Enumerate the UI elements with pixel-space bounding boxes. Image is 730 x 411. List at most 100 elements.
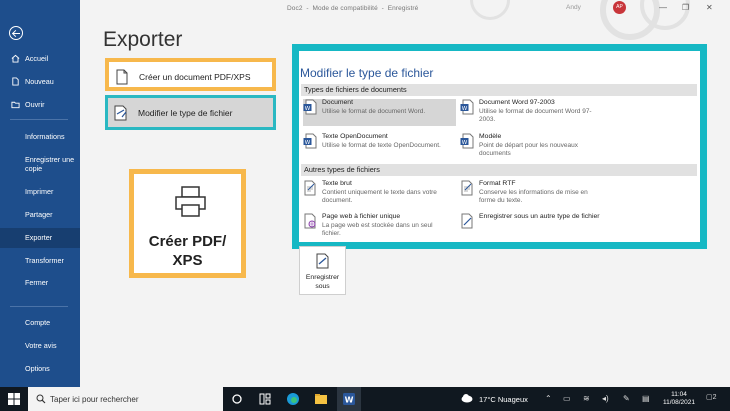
file-type-desc: Point de départ pour les nouveaux docume… bbox=[479, 141, 579, 157]
nav-item-partager[interactable]: Partager bbox=[0, 210, 80, 219]
word-doc-icon: W bbox=[303, 99, 317, 115]
close-icon[interactable]: ✕ bbox=[706, 3, 713, 12]
restore-icon[interactable]: ❐ bbox=[682, 3, 689, 12]
create-pdf-xps-button[interactable]: Créer PDF/ XPS bbox=[129, 169, 246, 278]
nav-label: Fermer bbox=[25, 278, 49, 287]
file-type-desc: Utilise le format de document Word 97-20… bbox=[479, 107, 592, 123]
single-file-web-icon bbox=[304, 213, 316, 229]
nav-label: Enregistrer une copie bbox=[25, 155, 75, 173]
nav-item-informations[interactable]: Informations bbox=[0, 132, 80, 141]
pdf-document-icon bbox=[116, 69, 128, 85]
task-view-icon[interactable] bbox=[230, 392, 244, 406]
file-type-word-97-2003[interactable]: W Document Word 97-2003 Utilise le forma… bbox=[460, 99, 595, 124]
file-type-name: Page web à fichier unique bbox=[322, 213, 401, 220]
nav-label: Compte bbox=[25, 318, 51, 327]
svg-text:W: W bbox=[305, 140, 311, 146]
windows-taskbar: Taper ici pour rechercher W 17°C Nuageux… bbox=[0, 387, 730, 411]
file-type-name: Enregistrer sous un autre type de fichie… bbox=[479, 213, 600, 220]
chevron-up-icon[interactable]: ⌃ bbox=[545, 394, 552, 403]
keyboard-icon[interactable]: ▤ bbox=[642, 394, 650, 403]
option-label: Créer un document PDF/XPS bbox=[139, 72, 251, 82]
file-type-opendocument[interactable]: W Texte OpenDocument Utilise le format d… bbox=[303, 133, 456, 150]
taskbar-search-box[interactable]: Taper ici pour rechercher bbox=[28, 387, 223, 411]
nav-divider bbox=[10, 306, 68, 307]
nav-label: Nouveau bbox=[25, 77, 54, 86]
file-type-other[interactable]: Enregistrer sous un autre type de fichie… bbox=[460, 213, 605, 229]
file-type-rtf[interactable]: Format RTF Conserve les informations de … bbox=[460, 180, 595, 205]
save-as-icon bbox=[316, 253, 329, 269]
printer-icon bbox=[175, 186, 206, 217]
widgets-icon[interactable] bbox=[258, 392, 272, 406]
other-file-type-icon bbox=[461, 213, 473, 229]
nav-item-accueil[interactable]: Accueil bbox=[0, 54, 80, 63]
file-explorer-icon[interactable] bbox=[314, 392, 328, 406]
title-bar: Doc2 - Mode de compatibilité - Enregistr… bbox=[80, 0, 730, 20]
word-97-doc-icon: W bbox=[460, 99, 474, 115]
weather-text[interactable]: 17°C Nuageux bbox=[479, 395, 528, 404]
nav-label: Informations bbox=[25, 132, 65, 141]
minimize-icon[interactable]: — bbox=[659, 3, 667, 12]
new-document-icon bbox=[12, 77, 19, 86]
user-name[interactable]: Andy bbox=[566, 4, 581, 11]
battery-icon[interactable]: ▭ bbox=[563, 394, 571, 403]
edge-browser-icon[interactable] bbox=[286, 392, 300, 406]
nav-item-exporter[interactable]: Exporter bbox=[0, 228, 80, 248]
file-type-name: Texte OpenDocument bbox=[322, 133, 388, 140]
nav-item-fermer[interactable]: Fermer bbox=[0, 278, 80, 287]
cloud-weather-icon bbox=[461, 394, 473, 403]
nav-item-votre-avis[interactable]: Votre avis bbox=[0, 341, 80, 350]
nav-label: Partager bbox=[25, 210, 53, 219]
search-placeholder: Taper ici pour rechercher bbox=[50, 395, 139, 404]
create-pdf-xps-option[interactable]: Créer un document PDF/XPS bbox=[105, 58, 276, 91]
nav-label: Exporter bbox=[25, 233, 53, 242]
file-type-single-web-page[interactable]: Page web à fichier unique La page web es… bbox=[303, 213, 453, 238]
nav-item-enregistrer-copie[interactable]: Enregistrer une copie bbox=[0, 155, 80, 173]
pen-icon[interactable]: ✎ bbox=[623, 394, 630, 403]
section-header-documents: Types de fichiers de documents bbox=[301, 84, 697, 96]
search-icon bbox=[36, 394, 46, 404]
nav-label: Transformer bbox=[25, 256, 64, 265]
nav-item-imprimer[interactable]: Imprimer bbox=[0, 187, 80, 196]
windows-start-icon[interactable] bbox=[8, 393, 20, 405]
file-type-desc: Contient uniquement le texte dans votre … bbox=[322, 188, 437, 204]
nav-item-ouvrir[interactable]: Ouvrir bbox=[0, 100, 80, 109]
rtf-doc-icon bbox=[461, 180, 473, 196]
save-as-button[interactable]: Enregistrer sous bbox=[299, 246, 346, 295]
nav-label: Options bbox=[25, 364, 50, 373]
notification-count: 2 bbox=[712, 394, 717, 401]
nav-label: Accueil bbox=[25, 54, 49, 63]
file-type-template[interactable]: W Modèle Point de départ pour les nouvea… bbox=[460, 133, 595, 158]
button-label-line1: Créer PDF/ bbox=[148, 233, 227, 250]
svg-text:W: W bbox=[462, 106, 468, 112]
taskbar-clock[interactable]: 11:04 11/08/2021 bbox=[662, 391, 696, 407]
notifications-icon[interactable]: ▢2 bbox=[706, 393, 717, 401]
file-type-document[interactable]: W Document Utilise le format de document… bbox=[303, 99, 456, 126]
nav-item-nouveau[interactable]: Nouveau bbox=[0, 77, 80, 86]
back-arrow-icon[interactable] bbox=[9, 26, 23, 40]
nav-divider bbox=[10, 119, 68, 120]
file-type-desc: La page web est stockée dans un seul fic… bbox=[322, 221, 433, 237]
change-file-type-option[interactable]: Modifier le type de fichier bbox=[105, 95, 276, 130]
file-type-name: Document bbox=[322, 99, 353, 106]
change-file-type-icon bbox=[114, 105, 127, 121]
wifi-icon[interactable]: ≋ bbox=[583, 394, 590, 403]
word-app-icon[interactable]: W bbox=[342, 392, 356, 406]
file-type-name: Format RTF bbox=[479, 180, 516, 187]
nav-item-compte[interactable]: Compte bbox=[0, 318, 80, 327]
volume-icon[interactable]: ◂) bbox=[602, 394, 609, 403]
file-type-name: Texte brut bbox=[322, 180, 352, 187]
button-label-line1: Enregistrer bbox=[305, 274, 340, 281]
plain-text-icon bbox=[304, 180, 316, 196]
file-type-name: Document Word 97-2003 bbox=[479, 99, 555, 106]
odt-doc-icon: W bbox=[303, 133, 317, 149]
nav-label: Ouvrir bbox=[25, 100, 45, 109]
avatar[interactable]: AP bbox=[613, 1, 626, 14]
clock-date: 11/08/2021 bbox=[662, 399, 696, 406]
document-title: Doc2 - Mode de compatibilité - Enregistr… bbox=[287, 5, 419, 12]
nav-item-options[interactable]: Options bbox=[0, 364, 80, 373]
word-template-icon: W bbox=[460, 133, 474, 149]
file-type-plain-text[interactable]: Texte brut Contient uniquement le texte … bbox=[303, 180, 453, 205]
file-type-name: Modèle bbox=[479, 133, 502, 140]
nav-item-transformer[interactable]: Transformer bbox=[0, 256, 80, 265]
svg-text:W: W bbox=[462, 140, 468, 146]
